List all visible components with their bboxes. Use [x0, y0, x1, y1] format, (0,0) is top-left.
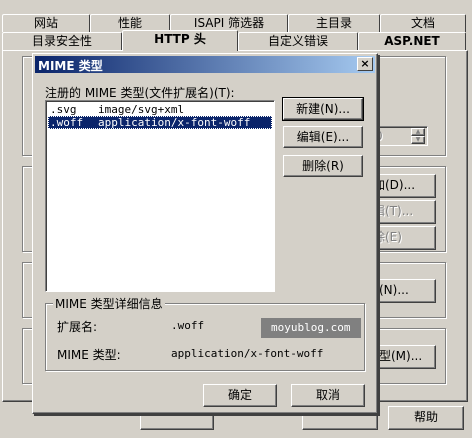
tab-aspnet[interactable]: ASP.NET [358, 32, 466, 50]
tab-custom-errors[interactable]: 自定义错误 [238, 32, 358, 50]
list-item-type: image/svg+xml [98, 103, 185, 116]
list-item-selected[interactable]: .woff application/x-font-woff [48, 116, 272, 129]
mime-types-dialog: MIME 类型 × 注册的 MIME 类型(文件扩展名)(T): .svg ima… [32, 53, 378, 414]
watermark-text: moyublog.com [271, 321, 351, 334]
dialog-title: MIME 类型 [38, 59, 103, 73]
mime-type-value: application/x-font-woff [171, 347, 324, 360]
tab-website[interactable]: 网站 [2, 14, 90, 32]
ok-button[interactable]: 确定 [203, 384, 277, 407]
dialog-titlebar[interactable]: MIME 类型 × [35, 56, 375, 73]
list-item-type: application/x-font-woff [98, 116, 251, 129]
tab-directory-security[interactable]: 目录安全性 [2, 32, 122, 50]
mime-details-legend: MIME 类型详细信息 [53, 295, 165, 312]
close-icon[interactable]: × [357, 57, 373, 71]
tab-documents[interactable]: 文档 [380, 14, 466, 32]
mime-type-label: MIME 类型: [57, 348, 121, 362]
new-button[interactable]: 新建(N)... [282, 97, 364, 121]
tab-http-headers[interactable]: HTTP 头 [122, 30, 238, 51]
tab-home-directory[interactable]: 主目录 [288, 14, 380, 32]
extension-label: 扩展名: [57, 320, 98, 334]
list-item-ext: .svg [50, 103, 77, 116]
remove-button[interactable]: 删除(R) [283, 155, 363, 177]
help-button[interactable]: 帮助 [388, 406, 464, 430]
spin-down-button[interactable]: ▼ [411, 136, 425, 144]
list-item-ext: .woff [50, 116, 84, 129]
edit-button[interactable]: 编辑(E)... [283, 126, 363, 148]
watermark: moyublog.com [261, 318, 361, 338]
extension-value: .woff [171, 319, 205, 332]
list-item[interactable]: .svg image/svg+xml [48, 103, 272, 116]
spin-up-button[interactable]: ▲ [411, 128, 425, 136]
mime-type-list[interactable]: .svg image/svg+xml .woff application/x-fon… [45, 100, 275, 292]
cancel-button[interactable]: 取消 [291, 384, 365, 407]
mime-list-label: 注册的 MIME 类型(文件扩展名)(T): [45, 86, 235, 100]
